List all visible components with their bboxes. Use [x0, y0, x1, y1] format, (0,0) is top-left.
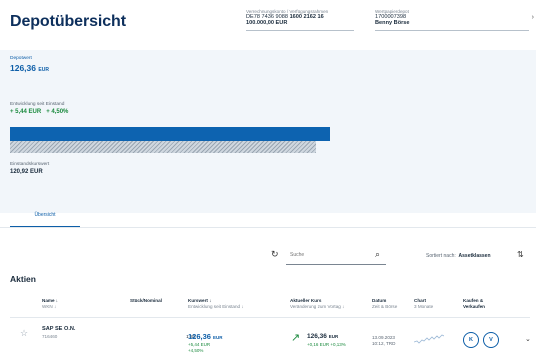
buy-button[interactable]: K [463, 332, 479, 348]
position-datum: 13.09.2023 10:12, TRD [372, 335, 396, 346]
trend-up-icon: ↗ [291, 332, 301, 344]
einstand-value: 120,92 EUR [10, 169, 43, 175]
tab-divider [0, 227, 536, 228]
col-header-trade: Kaufen & Verkaufen [463, 298, 485, 309]
position-name[interactable]: SAP SE O.N. 716460 [42, 326, 75, 340]
col-header-kurs[interactable]: Aktueller Kurs Veränderung zum Vortag ↓ [290, 298, 344, 310]
col-header-stueck: Stück/Nominal [130, 298, 162, 303]
account-amount: 100.000,00 EUR [246, 20, 288, 26]
entwicklung-label: Entwicklung seit Einstand [10, 102, 65, 107]
chevron-right-icon[interactable]: › [532, 14, 534, 21]
col-header-kurswert[interactable]: Kurswert ↓ Entwicklung seit Einstand ↓ [188, 298, 244, 310]
sparkline-chart[interactable] [414, 332, 444, 346]
entwicklung-abs: + 5,44 EUR [10, 109, 42, 115]
star-icon[interactable]: ☆ [20, 328, 28, 339]
depot-owner: Benny Börse [375, 20, 410, 26]
entwicklung-values: + 5,44 EUR + 4,50% [10, 109, 68, 115]
depotwert-value: 126,36 EUR [10, 63, 49, 73]
position-kurs: 126,36 EUR +0,16 EUR +0,13% [307, 333, 346, 347]
search-field[interactable]: ⌕ [286, 248, 386, 265]
einstand-label: Einstandskurswert [10, 162, 50, 167]
sparkline-line [414, 334, 444, 344]
col-header-chart: Chart 3 Monate [414, 298, 434, 309]
table-header-divider [10, 317, 530, 318]
page-title: Depotübersicht [10, 13, 126, 30]
sort-selector[interactable]: Sortiert nach: Assetklassen [426, 253, 491, 259]
depotwert-label: Depotwert [10, 56, 32, 61]
sell-button[interactable]: V [483, 332, 499, 348]
entwicklung-pct: + 4,50% [46, 109, 69, 115]
chevron-down-icon[interactable]: ⌄ [525, 335, 531, 343]
einstand-bar [10, 141, 317, 153]
depot-selector[interactable]: Wertpapierdepot 1700007398 Benny Börse [375, 9, 529, 31]
search-input[interactable] [290, 252, 370, 258]
reload-icon[interactable]: ↻ [271, 249, 279, 260]
col-header-name[interactable]: Name ↓ WKN ↓ [42, 298, 58, 310]
col-header-datum: Datum Zeit & Börse [372, 298, 398, 309]
search-icon[interactable]: ⌕ [375, 249, 380, 260]
sort-icon[interactable]: ⇅ [517, 250, 524, 259]
depotwert-bar [10, 127, 330, 141]
section-title: Aktien [10, 274, 36, 284]
account-selector[interactable]: Verrechnungskonto / Verfügungsrahmen DE7… [246, 9, 354, 31]
tab-uebersicht[interactable]: Übersicht [10, 212, 80, 224]
position-kurswert: 126,36 EUR +5,44 EUR +4,50% [188, 332, 223, 354]
